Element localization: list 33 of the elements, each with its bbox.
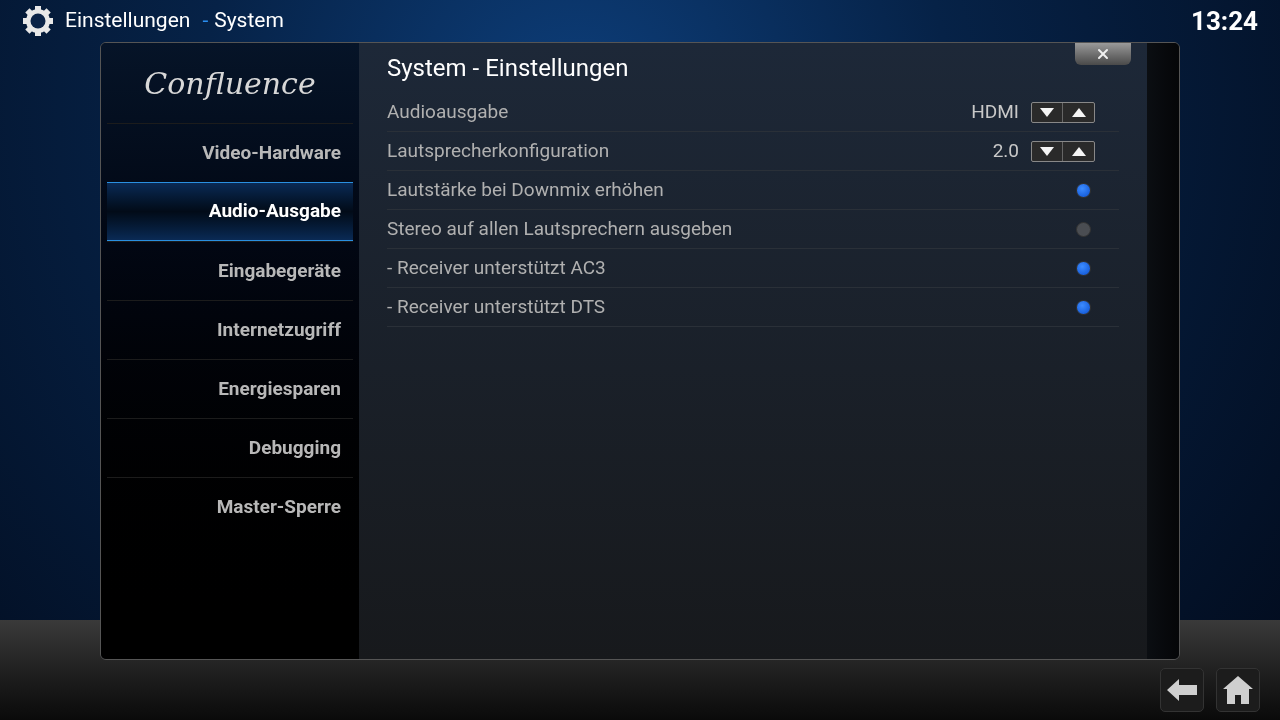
- home-button[interactable]: [1216, 668, 1260, 712]
- sidebar-item[interactable]: Master-Sperre: [107, 477, 353, 536]
- down-arrow-icon: [1040, 107, 1054, 117]
- sidebar-item[interactable]: Eingabegeräte: [107, 241, 353, 300]
- value-spinner[interactable]: [1031, 101, 1095, 123]
- up-arrow-icon: [1071, 107, 1086, 117]
- setting-label: - Receiver unterstützt DTS: [387, 293, 606, 320]
- down-arrow-icon: [1040, 146, 1054, 156]
- header-separator: -: [202, 7, 209, 35]
- left-arrow-icon: [1167, 679, 1197, 701]
- settings-icon: [22, 5, 54, 37]
- header-page: System: [214, 7, 284, 35]
- home-icon: [1223, 676, 1253, 704]
- sidebar-item[interactable]: Internetzugriff: [107, 300, 353, 359]
- setting-value: HDMI: [971, 98, 1019, 125]
- close-button[interactable]: [1075, 43, 1131, 65]
- setting-label: Lautstärke bei Downmix erhöhen: [387, 176, 664, 203]
- logo: Confluence: [144, 64, 316, 103]
- setting-label: Stereo auf allen Lautsprechern ausgeben: [387, 215, 733, 242]
- close-icon: [1095, 46, 1111, 62]
- clock: 13:24: [1191, 4, 1258, 38]
- setting-value: 2.0: [992, 137, 1019, 164]
- sidebar-item[interactable]: Audio-Ausgabe: [107, 182, 353, 241]
- value-spinner[interactable]: [1031, 140, 1095, 162]
- sidebar-item[interactable]: Energiesparen: [107, 359, 353, 418]
- back-button[interactable]: [1160, 668, 1204, 712]
- setting-label: Audioausgabe: [387, 98, 509, 125]
- sidebar-item[interactable]: Debugging: [107, 418, 353, 477]
- up-arrow-icon: [1071, 146, 1086, 156]
- header-section: Einstellungen: [65, 5, 191, 37]
- dialog-title: System - Einstellungen: [387, 53, 629, 84]
- setting-label: Lautsprecherkonfiguration: [387, 137, 610, 164]
- setting-label: - Receiver unterstützt AC3: [387, 254, 606, 281]
